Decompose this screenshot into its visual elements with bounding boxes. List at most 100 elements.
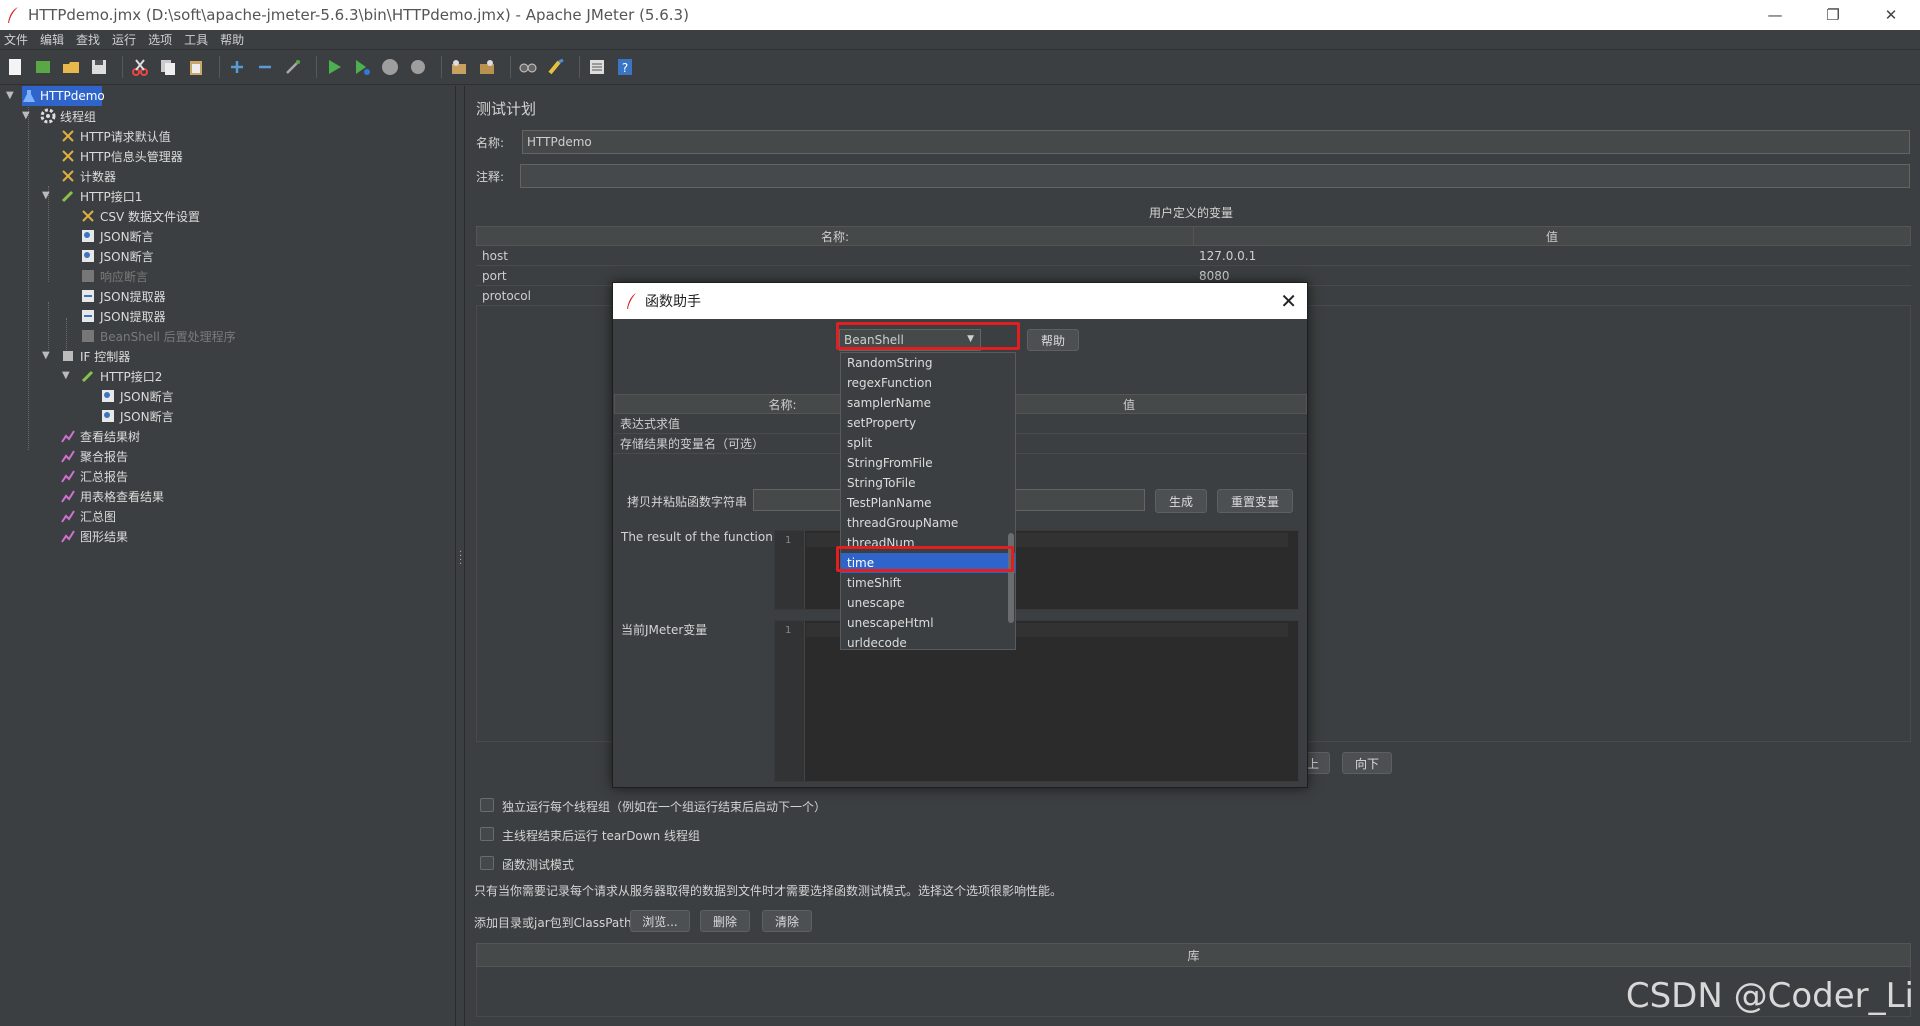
tree-item-threadgroup[interactable]: 线程组: [40, 106, 96, 126]
delete-button[interactable]: 删除: [700, 910, 750, 932]
expand-icon[interactable]: [226, 56, 248, 78]
dropdown-option[interactable]: regexFunction: [841, 373, 1015, 393]
dropdown-option[interactable]: StringFromFile: [841, 453, 1015, 473]
menu-help[interactable]: 帮助: [220, 31, 244, 48]
dropdown-option[interactable]: threadGroupName: [841, 513, 1015, 533]
function-dropdown-list[interactable]: RandomString regexFunction samplerName s…: [840, 352, 1016, 650]
start-icon[interactable]: [323, 56, 345, 78]
shutdown-icon[interactable]: [407, 56, 429, 78]
extractor-icon: [80, 288, 96, 304]
dropdown-option[interactable]: unescape: [841, 593, 1015, 613]
clear-icon[interactable]: [448, 56, 470, 78]
tree-item-json-assert-2[interactable]: JSON断言: [80, 246, 154, 266]
assertion-icon: [80, 248, 96, 264]
generate-button[interactable]: 生成: [1155, 489, 1207, 513]
vars-row-value[interactable]: 127.0.0.1: [1193, 246, 1911, 266]
search-icon[interactable]: [517, 56, 539, 78]
jmeter-feather-icon: [8, 7, 18, 23]
assertion-disabled-icon: [80, 268, 96, 284]
templates-icon[interactable]: [32, 56, 54, 78]
tree-item-if-controller[interactable]: IF 控制器: [60, 346, 130, 366]
menu-tools[interactable]: 工具: [184, 31, 208, 48]
help-button[interactable]: 帮助: [1027, 329, 1079, 351]
tree-item-testplan[interactable]: HTTPdemo: [22, 86, 105, 106]
open-icon[interactable]: [60, 56, 82, 78]
stop-icon[interactable]: [379, 56, 401, 78]
tree-item-json-assert-1[interactable]: JSON断言: [80, 226, 154, 246]
function-helper-icon[interactable]: [586, 56, 608, 78]
dropdown-option[interactable]: RandomString: [841, 353, 1015, 373]
tree-item-summary-report[interactable]: 汇总报告: [60, 466, 128, 486]
close-icon[interactable]: ✕: [1280, 289, 1297, 313]
comment-field[interactable]: [520, 164, 1910, 188]
run-groups-consecutively-label: 独立运行每个线程组（例如在一个组运行结束后启动下一个）: [502, 800, 827, 814]
window-titlebar: HTTPdemo.jmx (D:\soft\apache-jmeter-5.6.…: [0, 0, 1920, 30]
menu-file[interactable]: 文件: [4, 31, 28, 48]
wrench-icon: [80, 208, 96, 224]
menu-edit[interactable]: 编辑: [40, 31, 64, 48]
tree-item-counter[interactable]: 计数器: [60, 166, 116, 186]
dropdown-option[interactable]: unescapeHtml: [841, 613, 1015, 633]
start-no-pause-icon[interactable]: [351, 56, 373, 78]
run-groups-consecutively-checkbox[interactable]: [480, 798, 494, 812]
tree-item-results-tree[interactable]: 查看结果树: [60, 426, 140, 446]
tree-item-aggregate-report[interactable]: 聚合报告: [60, 446, 128, 466]
line-number: 1: [775, 621, 805, 781]
window-title: HTTPdemo.jmx (D:\soft\apache-jmeter-5.6.…: [28, 6, 689, 24]
tree-item-http-sampler-2[interactable]: HTTP接口2: [80, 366, 162, 386]
tree-item-table-results[interactable]: 用表格查看结果: [60, 486, 164, 506]
tree-item-header-manager[interactable]: HTTP信息头管理器: [60, 146, 183, 166]
tree-item-http-sampler-1[interactable]: HTTP接口1: [60, 186, 142, 206]
tree-item-graph-results[interactable]: 图形结果: [60, 526, 128, 546]
menu-run[interactable]: 运行: [112, 31, 136, 48]
split-pane-divider[interactable]: · · · ·: [455, 86, 465, 1026]
collapse-icon[interactable]: [254, 56, 276, 78]
dropdown-option[interactable]: samplerName: [841, 393, 1015, 413]
vars-col-value[interactable]: 值: [1193, 226, 1911, 246]
tree-item-summary-graph[interactable]: 汇总图: [60, 506, 116, 526]
flask-icon: [22, 88, 36, 104]
clear-all-icon[interactable]: [476, 56, 498, 78]
tree-item-beanshell-post[interactable]: BeanShell 后置处理程序: [80, 326, 236, 346]
menu-search[interactable]: 查找: [76, 31, 100, 48]
dropdown-option[interactable]: timeShift: [841, 573, 1015, 593]
copy-icon[interactable]: [157, 56, 179, 78]
wrench-icon: [60, 148, 76, 164]
cut-icon[interactable]: [129, 56, 151, 78]
tree-item-json-extractor-2[interactable]: JSON提取器: [80, 306, 166, 326]
reset-vars-button[interactable]: 重置变量: [1217, 489, 1293, 513]
option-highlight-box: [836, 546, 1014, 572]
teardown-checkbox[interactable]: [480, 827, 494, 841]
new-icon[interactable]: [4, 56, 26, 78]
tree-item-response-assert[interactable]: 响应断言: [80, 266, 148, 286]
dropdown-option[interactable]: setProperty: [841, 413, 1015, 433]
dropdown-option[interactable]: StringToFile: [841, 473, 1015, 493]
menu-options[interactable]: 选项: [148, 31, 172, 48]
vars-row-name[interactable]: host: [476, 246, 1194, 266]
dropdown-option[interactable]: split: [841, 433, 1015, 453]
reset-search-icon[interactable]: [545, 56, 567, 78]
browse-button[interactable]: 浏览...: [630, 910, 690, 932]
svg-text:?: ?: [622, 61, 628, 75]
clear-button[interactable]: 清除: [762, 910, 812, 932]
help-icon[interactable]: ?: [614, 56, 636, 78]
paste-icon[interactable]: [185, 56, 207, 78]
dropdown-option[interactable]: TestPlanName: [841, 493, 1015, 513]
tree-item-json-assert-3[interactable]: JSON断言: [100, 386, 174, 406]
name-field[interactable]: HTTPdemo: [522, 130, 1910, 154]
chart-icon: [60, 528, 76, 544]
classpath-label: 添加目录或jar包到ClassPath: [474, 916, 632, 930]
save-icon[interactable]: [88, 56, 110, 78]
tree-item-json-assert-4[interactable]: JSON断言: [100, 406, 174, 426]
tree-item-http-defaults[interactable]: HTTP请求默认值: [60, 126, 171, 146]
functional-mode-checkbox[interactable]: [480, 856, 494, 870]
close-window-icon[interactable]: ✕: [1862, 0, 1920, 30]
tree-item-csv-config[interactable]: CSV 数据文件设置: [80, 206, 200, 226]
toggle-icon[interactable]: [282, 56, 304, 78]
dropdown-option[interactable]: urldecode: [841, 633, 1015, 649]
minimize-icon[interactable]: —: [1746, 0, 1804, 30]
vars-col-name[interactable]: 名称:: [476, 226, 1194, 246]
restore-icon[interactable]: ❐: [1804, 0, 1862, 30]
tree-item-json-extractor-1[interactable]: JSON提取器: [80, 286, 166, 306]
move-down-button[interactable]: 向下: [1342, 752, 1392, 774]
